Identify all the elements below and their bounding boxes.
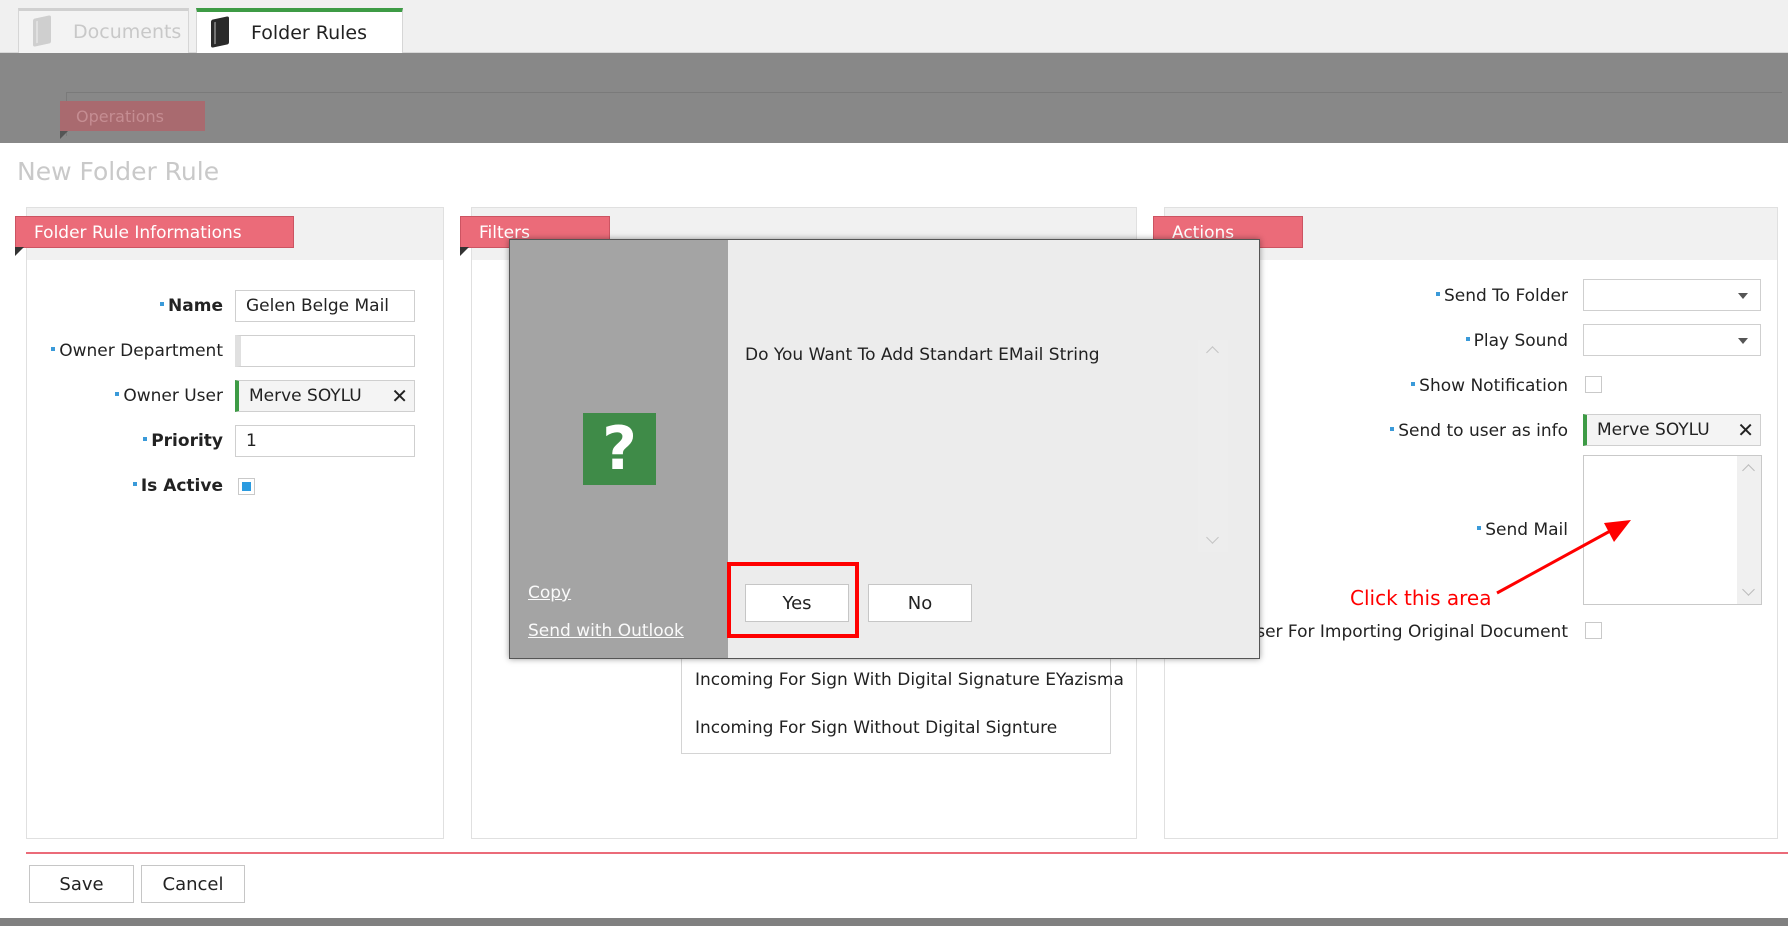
priority-input[interactable]: 1 bbox=[235, 425, 415, 457]
operations-frame bbox=[66, 92, 1782, 136]
dialog-scrollbar[interactable] bbox=[1198, 340, 1228, 552]
owner-department-input[interactable] bbox=[235, 335, 415, 367]
priority-label: Priority bbox=[60, 431, 223, 451]
confirm-dialog: ? Copy Send with Outlook Do You Want To … bbox=[509, 239, 1260, 659]
send-to-user-label: Send to user as info bbox=[1360, 421, 1568, 441]
book-icon bbox=[209, 15, 231, 48]
send-to-user-value: Merve SOYLU bbox=[1597, 420, 1710, 440]
owner-user-label: Owner User bbox=[60, 386, 223, 406]
send-mail-scrollbar[interactable] bbox=[1737, 456, 1761, 604]
is-active-label: Is Active bbox=[60, 476, 223, 496]
clear-send-to-user-icon[interactable]: ✕ bbox=[1737, 418, 1754, 442]
cancel-button[interactable]: Cancel bbox=[141, 865, 245, 903]
show-notification-checkbox[interactable] bbox=[1585, 376, 1602, 393]
name-label: Name bbox=[60, 296, 223, 316]
tab-folder-rules-label: Folder Rules bbox=[251, 21, 368, 44]
filter-list bbox=[681, 652, 1111, 754]
annotation-arrow bbox=[1496, 520, 1631, 595]
book-icon bbox=[31, 15, 53, 47]
question-icon: ? bbox=[583, 413, 656, 485]
send-with-outlook-link[interactable]: Send with Outlook bbox=[528, 621, 684, 641]
dialog-message: Do You Want To Add Standart EMail String bbox=[745, 345, 1100, 365]
importing-user-checkbox[interactable] bbox=[1585, 622, 1602, 639]
clear-owner-user-icon[interactable]: ✕ bbox=[391, 384, 408, 408]
footer-divider bbox=[26, 852, 1788, 854]
send-to-user-input[interactable]: Merve SOYLU ✕ bbox=[1583, 414, 1761, 446]
tab-documents-label: Documents bbox=[73, 21, 182, 43]
play-sound-label: Play Sound bbox=[1400, 331, 1568, 351]
tab-folder-rules[interactable]: Folder Rules bbox=[196, 8, 403, 53]
chevron-down-icon bbox=[1738, 293, 1748, 299]
annotation-text: Click this area bbox=[1350, 586, 1492, 610]
send-to-folder-select[interactable] bbox=[1583, 279, 1761, 311]
chevron-down-icon bbox=[1738, 338, 1748, 344]
owner-user-value: Merve SOYLU bbox=[249, 386, 362, 406]
name-input[interactable]: Gelen Belge Mail bbox=[235, 290, 415, 322]
yes-highlight-box bbox=[727, 562, 859, 638]
dialog-side-panel: ? Copy Send with Outlook bbox=[510, 240, 728, 658]
send-to-folder-label: Send To Folder bbox=[1400, 286, 1568, 306]
footer-bar bbox=[0, 918, 1788, 926]
no-button[interactable]: No bbox=[868, 584, 972, 622]
tab-documents[interactable]: Documents bbox=[18, 8, 189, 53]
save-button[interactable]: Save bbox=[29, 865, 134, 903]
page-title: New Folder Rule bbox=[17, 157, 220, 186]
owner-user-input[interactable]: Merve SOYLU ✕ bbox=[235, 380, 415, 412]
show-notification-label: Show Notification bbox=[1380, 376, 1568, 396]
list-item[interactable]: Incoming For Sign With Digital Signature… bbox=[695, 670, 1124, 690]
operations-tag[interactable]: Operations bbox=[60, 101, 205, 139]
folder-rule-info-title: Folder Rule Informations bbox=[15, 216, 294, 256]
copy-link[interactable]: Copy bbox=[528, 583, 571, 603]
owner-department-label: Owner Department bbox=[30, 341, 223, 361]
play-sound-select[interactable] bbox=[1583, 324, 1761, 356]
list-item[interactable]: Incoming For Sign Without Digital Signtu… bbox=[695, 718, 1057, 738]
is-active-checkbox[interactable] bbox=[238, 478, 255, 495]
